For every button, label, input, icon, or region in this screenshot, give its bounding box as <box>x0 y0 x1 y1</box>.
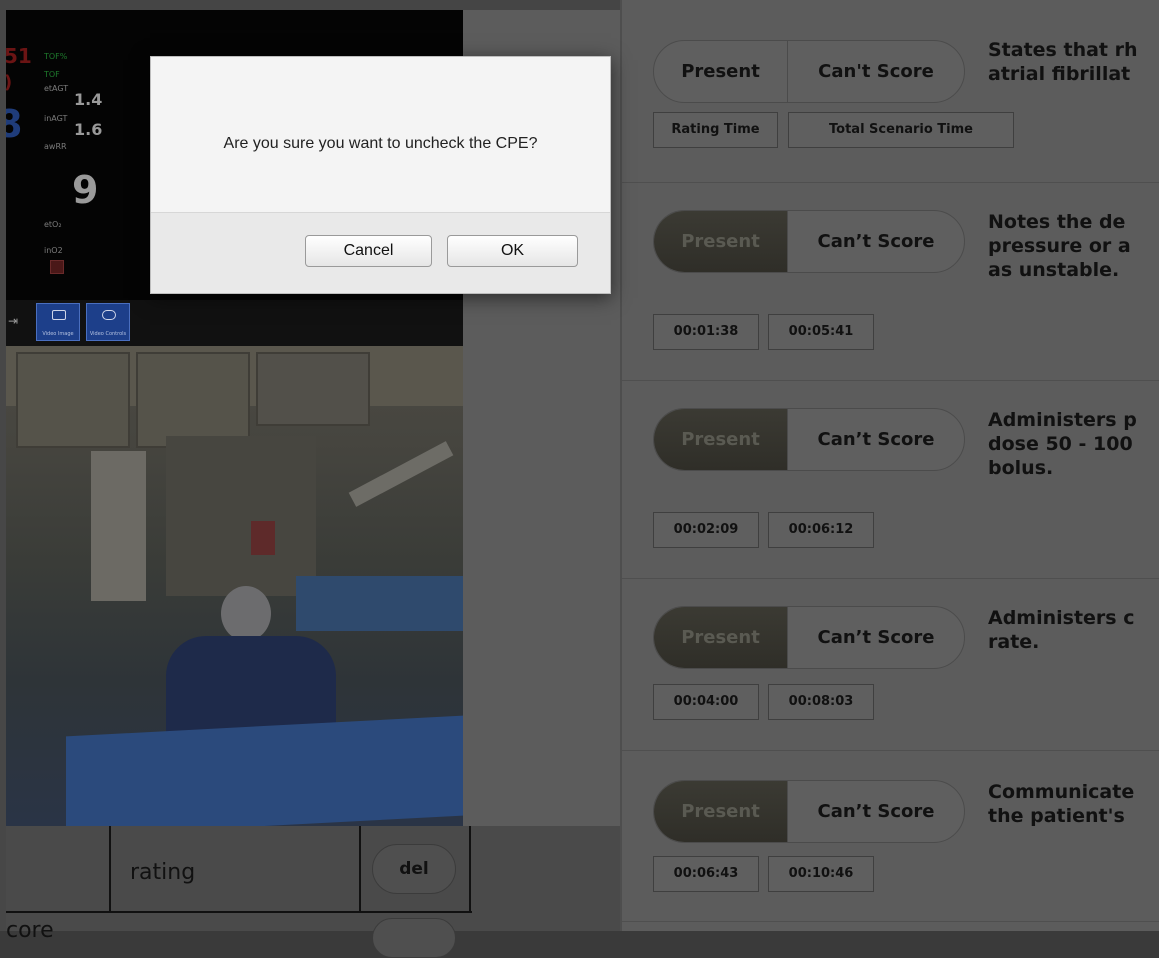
score-table: rating del core <box>6 826 620 958</box>
cancel-button[interactable]: Cancel <box>305 235 432 267</box>
rating-item: Present Can't Score States that rh atria… <box>622 0 1159 183</box>
rating-time-box: 00:06:43 <box>653 856 759 892</box>
total-time-box: 00:06:12 <box>768 512 874 548</box>
rating-time-box: 00:01:38 <box>653 314 759 350</box>
video-surgeon-head <box>221 586 271 641</box>
rating-item: Present Can’t Score Administers p dose 5… <box>622 380 1159 579</box>
description-line: Administers p <box>988 409 1137 431</box>
item-description: Notes the de pressure or a as unstable. <box>988 210 1131 282</box>
video-cabinet-right <box>136 352 250 448</box>
description-line: States that rh <box>988 39 1138 61</box>
item-description: States that rh atrial fibrillat <box>988 38 1138 86</box>
monitor-icon <box>52 310 66 320</box>
monitor-label-eto2: etO₂ <box>44 220 62 229</box>
description-line: pressure or a <box>988 235 1131 257</box>
video-cabinet-left <box>16 352 130 448</box>
cant-score-button[interactable]: Can’t Score <box>788 211 964 272</box>
cant-score-button[interactable]: Can’t Score <box>788 781 964 842</box>
monitor-red-paren: ) <box>6 72 12 93</box>
monitor-label-inagt: inAGT <box>44 114 68 123</box>
video-cabinet-third <box>256 352 370 426</box>
monitor-value-inagt: 1.6 <box>74 120 103 139</box>
description-line: Communicate <box>988 781 1135 803</box>
monitor-label-tofs: TOF% <box>44 52 68 61</box>
description-line: the patient's <box>988 805 1125 827</box>
description-line: Administers c <box>988 607 1135 629</box>
cant-score-button[interactable]: Can’t Score <box>788 409 964 470</box>
dialog-message: Are you sure you want to uncheck the CPE… <box>223 135 538 152</box>
present-button[interactable]: Present <box>654 409 788 470</box>
monitor-alarm-icon <box>50 260 64 274</box>
present-button[interactable]: Present <box>654 607 788 668</box>
confirm-dialog: Are you sure you want to uncheck the CPE… <box>150 56 611 294</box>
video-controls-label: Video Controls <box>89 331 127 337</box>
monitor-label-ino2: inO2 <box>44 246 63 255</box>
item-description: Administers c rate. <box>988 606 1135 654</box>
cant-score-button[interactable]: Can't Score <box>788 41 964 102</box>
video-red-item <box>251 521 275 555</box>
item-description: Communicate the patient's <box>988 780 1134 828</box>
table-col-1 <box>6 826 111 911</box>
description-line: dose 50 - 100 <box>988 433 1133 455</box>
video-image-label: Video Image <box>42 331 74 337</box>
present-button[interactable]: Present <box>654 211 788 272</box>
total-time-box: 00:10:46 <box>768 856 874 892</box>
monitor-value-awrr: 9 <box>72 168 99 212</box>
rating-time-box: 00:04:00 <box>653 684 759 720</box>
rating-item: Present Can’t Score Notes the de pressur… <box>622 182 1159 381</box>
present-button[interactable]: Present <box>654 41 788 102</box>
score-segmented-control: Present Can’t Score <box>653 210 965 273</box>
score-segmented-control: Present Can’t Score <box>653 606 965 669</box>
monitor-blue-value: 8 <box>6 102 23 146</box>
video-blue-drape-bg <box>296 576 463 631</box>
description-line: rate. <box>988 631 1040 653</box>
top-strip <box>0 0 620 10</box>
total-time-box: 00:08:03 <box>768 684 874 720</box>
rating-item: Present Can’t Score Communicate the pati… <box>622 750 1159 922</box>
score-segmented-control: Present Can’t Score <box>653 408 965 471</box>
video-boom-arm <box>348 441 454 507</box>
score-segmented-control: Present Can't Score <box>653 40 965 103</box>
screen-icon <box>102 310 116 320</box>
delete-button[interactable]: del <box>372 844 456 894</box>
operating-room-video[interactable] <box>6 346 463 826</box>
description-line: atrial fibrillat <box>988 63 1131 85</box>
rating-time-box: 00:02:09 <box>653 512 759 548</box>
ok-button[interactable]: OK <box>447 235 578 267</box>
rating-time-box: Rating Time <box>653 112 778 148</box>
description-line: Notes the de <box>988 211 1126 233</box>
monitor-label-awrr: awRR <box>44 142 67 151</box>
description-line: bolus. <box>988 457 1054 479</box>
total-time-box: Total Scenario Time <box>788 112 1014 148</box>
score-segmented-control: Present Can’t Score <box>653 780 965 843</box>
video-equipment <box>166 436 316 596</box>
description-line: as unstable. <box>988 259 1120 281</box>
cant-score-button[interactable]: Can’t Score <box>788 607 964 668</box>
monitor-toolbar: ⇥ Video Image Video Controls <box>6 300 463 346</box>
delete-button-row[interactable] <box>372 918 456 958</box>
monitor-red-value: 51 <box>6 44 32 68</box>
video-white-panel <box>91 451 146 601</box>
monitor-label-tof: TOF <box>44 70 60 79</box>
rating-column-header: rating <box>130 860 196 885</box>
total-time-box: 00:05:41 <box>768 314 874 350</box>
rating-panel: Present Can't Score States that rh atria… <box>620 0 1159 931</box>
video-image-button[interactable]: Video Image <box>36 303 80 341</box>
item-description: Administers p dose 50 - 100 bolus. <box>988 408 1137 480</box>
video-blue-drape <box>66 715 463 826</box>
video-controls-button[interactable]: Video Controls <box>86 303 130 341</box>
present-button[interactable]: Present <box>654 781 788 842</box>
table-divider <box>6 911 472 913</box>
dialog-footer: Cancel OK <box>151 212 610 293</box>
monitor-label-etagt: etAGT <box>44 84 69 93</box>
arrow-icon: ⇥ <box>8 314 19 328</box>
rating-item: Present Can’t Score Administers c rate. … <box>622 578 1159 751</box>
monitor-value-etagt: 1.4 <box>74 90 103 109</box>
